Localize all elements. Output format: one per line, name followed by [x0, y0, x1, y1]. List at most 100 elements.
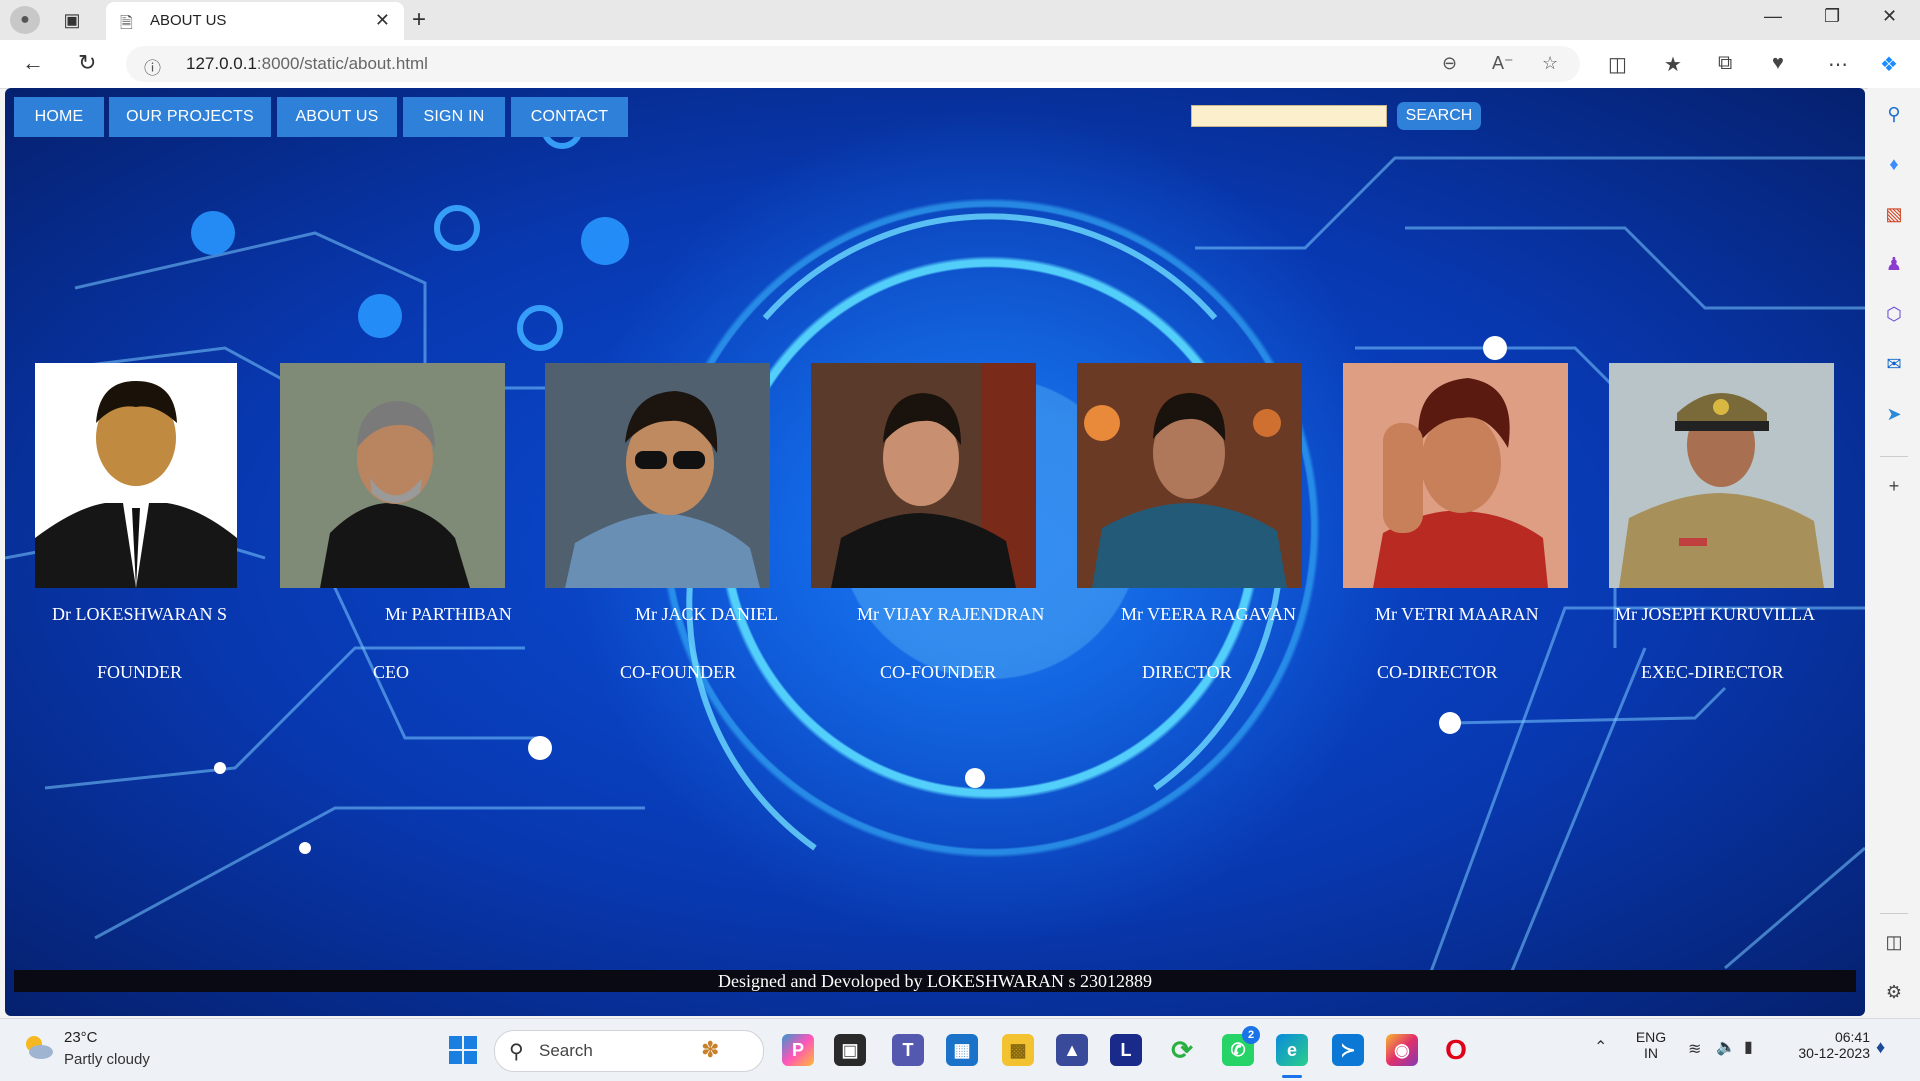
team-photo-co-founder-1	[545, 363, 770, 588]
notifications-bell-icon[interactable]: ♦	[1876, 1037, 1885, 1058]
browser-tab-bar: ● ▣ 🗎 ABOUT US ✕ + — ❐ ✕	[0, 0, 1920, 40]
team-photo-exec-director	[1609, 363, 1834, 588]
notification-badge: 2	[1242, 1026, 1260, 1044]
browser-sidebar: ⚲ ♦ ▧ ♟ ⬡ ✉ ➤ + ◫ ⚙	[1868, 88, 1920, 1018]
team-photo-founder	[35, 363, 237, 588]
team-photo-co-founder-2	[811, 363, 1036, 588]
nav-home[interactable]: HOME	[14, 97, 104, 137]
language-indicator[interactable]: ENG IN	[1634, 1029, 1668, 1061]
file-explorer-icon[interactable]: ▩	[1002, 1034, 1034, 1066]
team-name: Mr JOSEPH KURUVILLA	[1615, 604, 1816, 624]
arc-app-icon[interactable]: ▲	[1056, 1034, 1088, 1066]
edge-browser-icon[interactable]: e	[1276, 1034, 1308, 1066]
vscode-icon[interactable]: ≻	[1332, 1034, 1364, 1066]
team-role: EXEC-DIRECTOR	[1641, 662, 1784, 682]
microsoft365-icon[interactable]: ⬡	[1882, 302, 1906, 326]
address-field[interactable]: ⓘ 127.0.0.1:8000/static/about.html ⊖ A⁻ …	[126, 46, 1580, 82]
team-role: FOUNDER	[97, 662, 183, 682]
back-icon[interactable]: ←	[22, 50, 44, 76]
partly-cloudy-icon[interactable]	[22, 1033, 54, 1061]
weather-temperature[interactable]: 23°C	[64, 1029, 98, 1046]
new-tab-icon[interactable]: +	[412, 6, 426, 34]
search-input[interactable]	[1191, 105, 1387, 127]
address-toolbar: ← ↻ ⓘ 127.0.0.1:8000/static/about.html ⊖…	[0, 40, 1920, 89]
search-highlight-icon: ✽	[701, 1037, 720, 1062]
team-name: Mr PARTHIBAN	[385, 604, 512, 624]
search-button[interactable]: SEARCH	[1397, 102, 1481, 130]
more-menu-icon[interactable]: ⋯	[1828, 52, 1848, 77]
tab-actions-icon[interactable]: ▣	[60, 8, 84, 32]
team-photo-director	[1077, 363, 1302, 588]
page-footer: Designed and Devoloped by LOKESHWARAN s …	[14, 970, 1856, 992]
copilot-preview-icon[interactable]: P	[782, 1034, 814, 1066]
search-icon: ⚲	[509, 1041, 524, 1063]
active-app-indicator	[1282, 1075, 1302, 1078]
page-icon: 🗎	[120, 15, 133, 32]
team-photo-co-director	[1343, 363, 1568, 588]
clock[interactable]: 06:41 30-12-2023	[1780, 1029, 1870, 1061]
team-role: CO-FOUNDER	[620, 662, 737, 682]
hide-sidebar-icon[interactable]: ◫	[1882, 930, 1906, 954]
taskbar-search-box[interactable]: ⚲ Search ✽	[494, 1030, 764, 1072]
nav-about-us[interactable]: ABOUT US	[277, 97, 397, 137]
battery-icon[interactable]: ▮	[1744, 1037, 1753, 1057]
close-window-icon[interactable]: ✕	[1882, 6, 1897, 27]
windows-start-icon[interactable]	[446, 1033, 480, 1067]
team-role: CEO	[373, 662, 409, 682]
l-app-icon[interactable]: L	[1110, 1034, 1142, 1066]
tab-title: ABOUT US	[150, 12, 227, 29]
nav-contact[interactable]: CONTACT	[511, 97, 628, 137]
team-name: Mr VETRI MAARAN	[1375, 604, 1539, 624]
send-icon[interactable]: ➤	[1882, 402, 1906, 426]
whatsapp-icon[interactable]: ✆ 2	[1222, 1026, 1260, 1066]
team-photo-ceo	[280, 363, 505, 588]
split-screen-icon[interactable]: ◫	[1608, 52, 1627, 77]
weather-description[interactable]: Partly cloudy	[64, 1051, 150, 1068]
team-role: CO-DIRECTOR	[1377, 662, 1498, 682]
taskbar-search-label: Search	[539, 1041, 593, 1060]
collections-icon[interactable]: ⧉	[1718, 52, 1732, 75]
opera-icon[interactable]: O	[1440, 1034, 1472, 1066]
restore-icon[interactable]: ❐	[1824, 6, 1840, 27]
site-info-icon[interactable]: ⓘ	[144, 54, 161, 79]
read-aloud-icon[interactable]: A⁻	[1492, 53, 1514, 74]
instagram-icon[interactable]: ◉	[1386, 1034, 1418, 1066]
refresh-app-icon[interactable]: ⟳	[1166, 1034, 1198, 1066]
volume-icon[interactable]: 🔈	[1716, 1037, 1736, 1057]
nav-sign-in[interactable]: SIGN IN	[403, 97, 505, 137]
task-view-icon[interactable]: ▣	[834, 1034, 866, 1066]
close-tab-icon[interactable]: ✕	[375, 10, 390, 31]
favorite-star-icon[interactable]: ☆	[1542, 53, 1558, 74]
page-viewport: HOME OUR PROJECTS ABOUT US SIGN IN CONTA…	[5, 88, 1865, 1016]
browser-tab-about-us[interactable]: 🗎 ABOUT US ✕	[106, 2, 404, 40]
url-text: 127.0.0.1:8000/static/about.html	[186, 54, 428, 73]
tools-briefcase-icon[interactable]: ▧	[1882, 202, 1906, 226]
wifi-icon[interactable]: ≋	[1688, 1039, 1701, 1059]
team-name: Mr VEERA RAGAVAN	[1121, 604, 1297, 624]
browser-essentials-icon[interactable]: ♥	[1772, 52, 1784, 75]
show-hidden-icons-icon[interactable]: ⌃	[1594, 1037, 1607, 1057]
teams-icon[interactable]: T	[892, 1034, 924, 1066]
team-name: Mr VIJAY RAJENDRAN	[857, 604, 1045, 624]
outlook-icon[interactable]: ✉	[1882, 352, 1906, 376]
team-name: Dr LOKESHWARAN S	[52, 604, 227, 624]
favorites-icon[interactable]: ★	[1664, 52, 1682, 77]
minimize-icon[interactable]: —	[1764, 6, 1782, 27]
copilot-icon[interactable]: ❖	[1880, 52, 1898, 77]
windows-taskbar: 23°C Partly cloudy ⚲ Search ✽ P ▣ T ▦ ▩ …	[0, 1018, 1920, 1081]
refresh-icon[interactable]: ↻	[78, 50, 96, 76]
profile-icon[interactable]: ●	[10, 6, 40, 34]
settings-gear-icon[interactable]: ⚙	[1882, 980, 1906, 1004]
search-icon[interactable]: ⚲	[1882, 102, 1906, 126]
team-role: DIRECTOR	[1142, 662, 1232, 682]
zoom-icon[interactable]: ⊖	[1442, 53, 1457, 74]
sidebar-divider	[1880, 456, 1908, 457]
shopping-tag-icon[interactable]: ♦	[1882, 152, 1906, 176]
sidebar-divider	[1880, 913, 1908, 914]
team-role: CO-FOUNDER	[880, 662, 997, 682]
nav-our-projects[interactable]: OUR PROJECTS	[109, 97, 271, 137]
team-name: Mr JACK DANIEL	[635, 604, 778, 624]
microsoft-store-icon[interactable]: ▦	[946, 1034, 978, 1066]
add-sidebar-app-icon[interactable]: +	[1882, 474, 1906, 498]
games-icon[interactable]: ♟	[1882, 252, 1906, 276]
